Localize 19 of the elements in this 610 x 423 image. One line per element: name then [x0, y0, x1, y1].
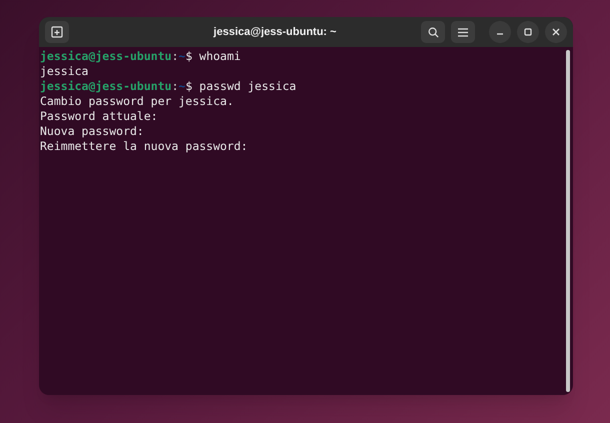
menu-button[interactable] [451, 21, 475, 43]
terminal-line: jessica@jess-ubuntu:~$ passwd jessica [40, 79, 298, 94]
window-title: jessica@jess-ubuntu: ~ [214, 24, 336, 40]
terminal-line: Password attuale: [40, 109, 159, 124]
terminal-line: jessica [40, 64, 90, 79]
maximize-button[interactable] [517, 21, 539, 43]
terminal-line: jessica@jess-ubuntu:~$ whoami [40, 49, 242, 64]
new-tab-button[interactable] [45, 21, 69, 43]
menu-icon [458, 28, 468, 36]
terminal-line: Cambio password per jessica. [40, 94, 235, 109]
search-icon [428, 26, 438, 38]
terminal-line: Nuova password: [40, 124, 145, 139]
maximize-icon [524, 28, 532, 36]
close-icon [552, 28, 560, 36]
scrollbar[interactable] [566, 50, 570, 392]
close-button[interactable] [545, 21, 567, 43]
terminal-line: Reimmettere la nuova password: [40, 139, 249, 154]
search-button[interactable] [421, 21, 445, 43]
new-tab-icon [51, 26, 63, 38]
